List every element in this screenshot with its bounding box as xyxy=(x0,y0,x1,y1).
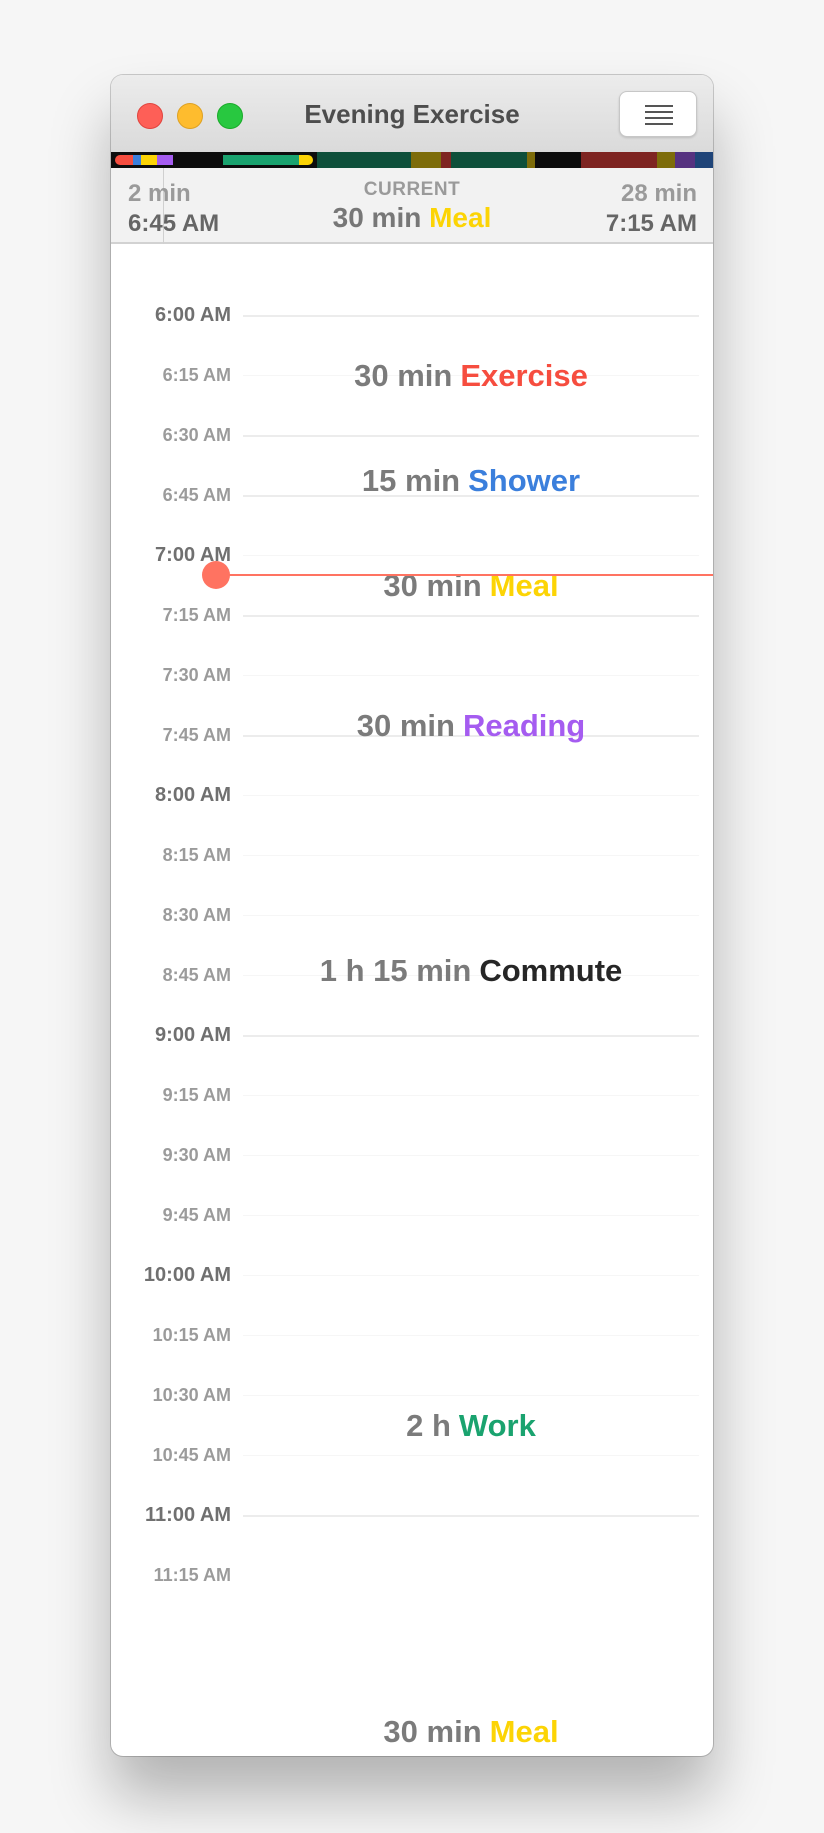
event-name: Work xyxy=(458,1408,536,1443)
time-label: 6:30 AM xyxy=(162,425,231,445)
event-commute[interactable]: 1 h 15 min Commute xyxy=(243,953,699,989)
strip-segment-work xyxy=(223,155,299,165)
hamburger-menu-icon xyxy=(645,111,673,113)
event-name: Shower xyxy=(468,463,581,498)
now-status-bar: 2 min 6:45 AM CURRENT 30 min Meal 28 min… xyxy=(111,168,713,244)
time-label: 11:00 AM xyxy=(145,1504,231,1526)
title-bar: Evening Exercise xyxy=(111,75,713,152)
time-label: 10:00 AM xyxy=(143,1264,231,1286)
time-label: 7:45 AM xyxy=(162,725,231,745)
time-label: 8:00 AM xyxy=(155,784,231,806)
gridline xyxy=(243,855,699,856)
next-block-info[interactable]: 28 min 7:15 AM xyxy=(606,180,697,238)
next-duration: 28 min xyxy=(620,180,697,207)
event-name: Reading xyxy=(462,708,586,743)
event-duration: 30 min xyxy=(383,1714,482,1749)
gridline xyxy=(243,1455,699,1456)
time-label: 6:45 AM xyxy=(162,485,231,505)
time-label: 10:30 AM xyxy=(152,1385,231,1405)
strip-segment-exercise-dim xyxy=(581,152,657,168)
hamburger-menu-icon xyxy=(645,123,673,125)
event-shower[interactable]: 15 min Shower xyxy=(243,463,699,499)
strip-segment-reading-dim xyxy=(675,152,695,168)
event-exercise[interactable]: 30 min Exercise xyxy=(243,358,699,394)
time-label: 10:15 AM xyxy=(152,1325,231,1345)
strip-segment-work-dim xyxy=(317,152,411,168)
time-label: 7:30 AM xyxy=(162,665,231,685)
time-label: 10:45 AM xyxy=(152,1445,231,1465)
event-duration: 1 h 15 min xyxy=(319,953,472,988)
current-time-indicator-dot[interactable] xyxy=(202,561,230,589)
gridline xyxy=(243,915,699,916)
current-time-indicator-line xyxy=(215,574,713,576)
event-duration: 2 h xyxy=(406,1408,451,1443)
gridline xyxy=(243,1515,699,1517)
hamburger-menu-icon xyxy=(645,117,673,119)
gridline xyxy=(243,315,699,317)
gridline xyxy=(243,1155,699,1156)
schedule-overview-strip[interactable] xyxy=(111,152,713,168)
strip-segment-work-dim xyxy=(451,152,527,168)
event-duration: 30 min xyxy=(354,358,453,393)
strip-segment-meal xyxy=(141,155,157,165)
time-label: 9:30 AM xyxy=(162,1145,231,1165)
gridline xyxy=(243,675,699,676)
gridline xyxy=(243,555,699,556)
time-label: 9:00 AM xyxy=(155,1024,231,1046)
gridline xyxy=(243,1035,699,1037)
time-label: 8:45 AM xyxy=(162,965,231,985)
event-name: Exercise xyxy=(460,358,588,393)
event-duration: 15 min xyxy=(361,463,461,498)
app-window: Evening Exercise 2 min 6:45 AM CURRENT 3… xyxy=(111,75,713,1756)
day-timeline[interactable]: 6:00 AM 6:15 AM 6:30 AM 6:45 AM 7:00 AM … xyxy=(111,246,713,1756)
strip-segment-exercise-dim xyxy=(441,152,451,168)
time-label: 11:15 AM xyxy=(153,1565,231,1585)
strip-segment-meal-dim xyxy=(657,152,675,168)
gridline xyxy=(243,1215,699,1216)
strip-segment-commute xyxy=(173,152,223,168)
strip-segment-commute-dim xyxy=(535,152,581,168)
current-name: Meal xyxy=(429,202,492,233)
strip-segment-meal-dim xyxy=(411,152,441,168)
hamburger-menu-icon xyxy=(645,105,673,107)
time-label: 6:00 AM xyxy=(155,304,231,326)
gridline xyxy=(243,1395,699,1396)
gridline xyxy=(243,435,699,437)
strip-segment-reading xyxy=(157,155,173,165)
gridline xyxy=(243,615,699,617)
current-duration: 30 min xyxy=(332,202,422,233)
time-label: 8:15 AM xyxy=(162,845,231,865)
menu-button[interactable] xyxy=(619,91,697,137)
time-label: 8:30 AM xyxy=(162,905,231,925)
event-name: Meal xyxy=(489,1714,559,1749)
gridline xyxy=(243,795,699,796)
event-name: Commute xyxy=(479,953,623,988)
gridline xyxy=(243,1275,699,1276)
strip-segment-meal xyxy=(299,155,313,165)
time-label: 6:15 AM xyxy=(162,365,231,385)
strip-segment-shower-dim xyxy=(695,152,713,168)
time-label: 7:15 AM xyxy=(162,605,231,625)
gridline xyxy=(243,1095,699,1096)
next-time: 7:15 AM xyxy=(605,210,697,237)
strip-segment-exercise xyxy=(115,155,133,165)
event-duration: 30 min xyxy=(356,708,455,743)
time-label: 9:45 AM xyxy=(162,1205,231,1225)
strip-segment-meal-dim xyxy=(527,152,535,168)
event-meal[interactable]: 30 min Meal xyxy=(243,1714,699,1750)
event-reading[interactable]: 30 min Reading xyxy=(243,708,699,744)
gridline xyxy=(243,1335,699,1336)
event-work[interactable]: 2 h Work xyxy=(243,1408,699,1444)
strip-segment-shower xyxy=(133,155,141,165)
time-label: 9:15 AM xyxy=(162,1085,231,1105)
